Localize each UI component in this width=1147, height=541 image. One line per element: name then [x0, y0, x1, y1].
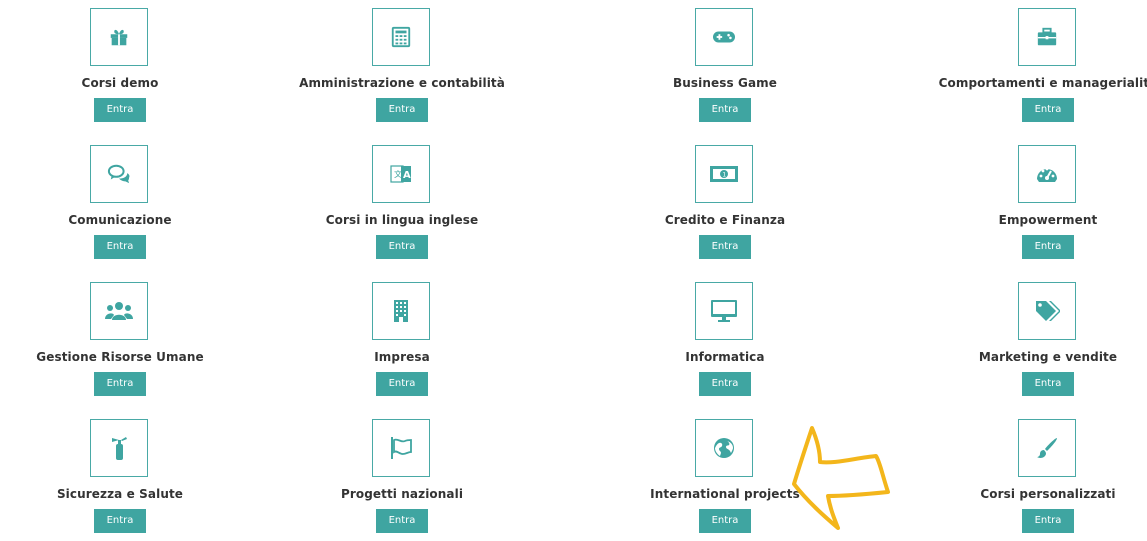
course-title: Impresa	[374, 350, 430, 364]
briefcase-icon[interactable]	[1018, 8, 1076, 66]
tags-icon[interactable]	[1018, 282, 1076, 340]
fire-extinguisher-icon[interactable]	[90, 419, 148, 477]
course-title: Corsi in lingua inglese	[325, 213, 479, 227]
course-title: Gestione Risorse Umane	[36, 350, 204, 364]
svg-text:A: A	[403, 170, 411, 181]
dashboard-icon[interactable]	[1018, 145, 1076, 203]
course-card-corsi-demo: Corsi demo Entra	[0, 0, 240, 130]
course-title: Progetti nazionali	[340, 487, 464, 501]
course-title: Empowerment	[998, 213, 1098, 227]
course-card-personalizzati: Corsi personalizzati Entra	[928, 411, 1147, 541]
gift-icon[interactable]	[90, 8, 148, 66]
course-title: Amministrazione e contabilità	[299, 76, 505, 90]
course-card-risorse-umane: Gestione Risorse Umane Entra	[0, 274, 240, 404]
globe-icon[interactable]	[695, 419, 753, 477]
calculator-icon[interactable]	[372, 8, 430, 66]
course-card-comportamenti: Comportamenti e managerialità Entra	[928, 0, 1147, 130]
enter-button[interactable]: Entra	[376, 98, 428, 122]
enter-button[interactable]: Entra	[1022, 509, 1074, 533]
course-card-sicurezza: Sicurezza e Salute Entra	[0, 411, 240, 541]
svg-text:1: 1	[722, 172, 726, 179]
course-card-marketing: Marketing e vendite Entra	[928, 274, 1147, 404]
course-card-lingua-inglese: 文A Corsi in lingua inglese Entra	[282, 137, 522, 267]
course-title: Corsi personalizzati	[980, 487, 1116, 501]
enter-button[interactable]: Entra	[699, 98, 751, 122]
enter-button[interactable]: Entra	[699, 235, 751, 259]
enter-button[interactable]: Entra	[699, 372, 751, 396]
gamepad-icon[interactable]	[695, 8, 753, 66]
flag-icon[interactable]	[372, 419, 430, 477]
course-title: Marketing e vendite	[978, 350, 1118, 364]
course-card-amministrazione: Amministrazione e contabilità Entra	[282, 0, 522, 130]
course-card-credito-finanza: 1 Credito e Finanza Entra	[605, 137, 845, 267]
building-icon[interactable]	[372, 282, 430, 340]
enter-button[interactable]: Entra	[376, 509, 428, 533]
course-card-progetti-nazionali: Progetti nazionali Entra	[282, 411, 522, 541]
enter-button[interactable]: Entra	[376, 235, 428, 259]
svg-text:文: 文	[394, 169, 402, 179]
enter-button[interactable]: Entra	[1022, 98, 1074, 122]
enter-button[interactable]: Entra	[94, 372, 146, 396]
enter-button[interactable]: Entra	[94, 235, 146, 259]
enter-button[interactable]: Entra	[1022, 235, 1074, 259]
enter-button[interactable]: Entra	[94, 98, 146, 122]
enter-button[interactable]: Entra	[94, 509, 146, 533]
course-title: Business Game	[673, 76, 777, 90]
course-card-comunicazione: Comunicazione Entra	[0, 137, 240, 267]
chat-bubbles-icon[interactable]	[90, 145, 148, 203]
course-title: Sicurezza e Salute	[56, 487, 184, 501]
course-title: Corsi demo	[81, 76, 159, 90]
course-card-impresa: Impresa Entra	[282, 274, 522, 404]
course-title: Comportamenti e managerialità	[938, 76, 1147, 90]
enter-button[interactable]: Entra	[376, 372, 428, 396]
banknote-icon[interactable]: 1	[695, 145, 753, 203]
users-icon[interactable]	[90, 282, 148, 340]
course-card-empowerment: Empowerment Entra	[928, 137, 1147, 267]
course-title: Informatica	[685, 350, 765, 364]
paintbrush-icon[interactable]	[1018, 419, 1076, 477]
course-title: Comunicazione	[68, 213, 172, 227]
course-title: Credito e Finanza	[664, 213, 786, 227]
course-card-informatica: Informatica Entra	[605, 274, 845, 404]
arrow-left-icon	[792, 426, 890, 530]
course-category-grid: Corsi demo Entra Amministrazione e conta…	[0, 0, 1147, 533]
language-icon[interactable]: 文A	[372, 145, 430, 203]
enter-button[interactable]: Entra	[1022, 372, 1074, 396]
enter-button[interactable]: Entra	[699, 509, 751, 533]
monitor-icon[interactable]	[695, 282, 753, 340]
course-card-business-game: Business Game Entra	[605, 0, 845, 130]
